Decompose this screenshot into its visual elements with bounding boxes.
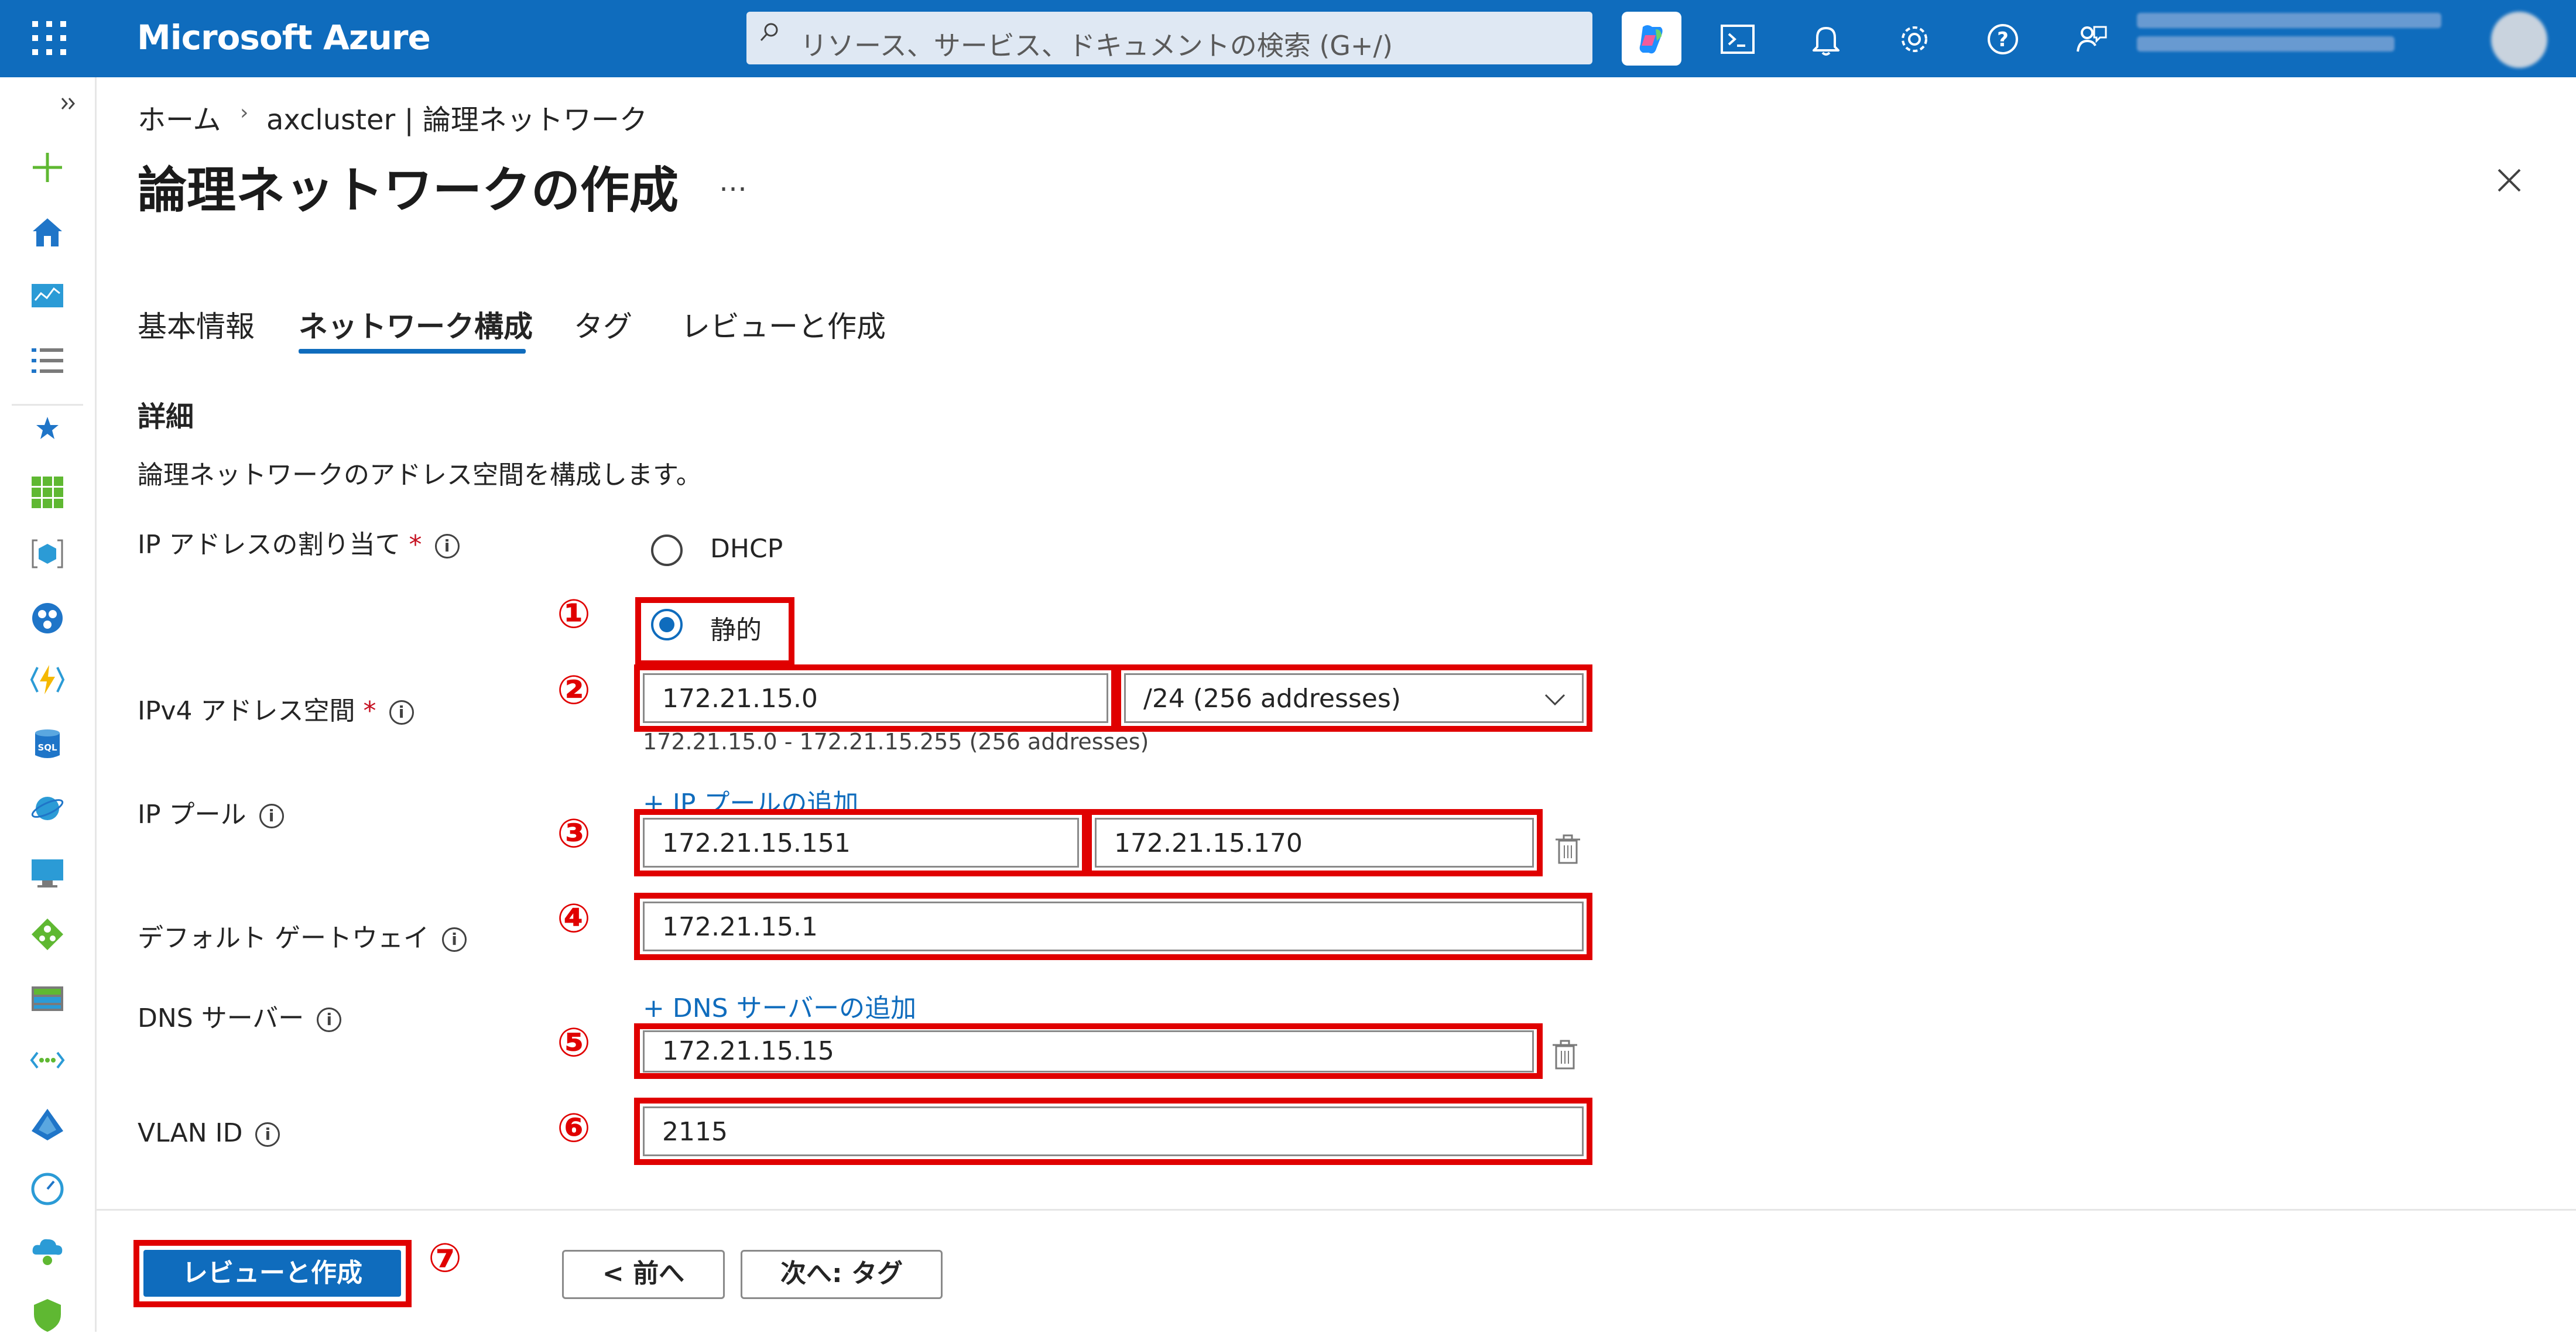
global-search-input[interactable]: リソース、サービス、ドキュメントの検索 (G+/) — [746, 12, 1592, 64]
page-title: 論理ネットワークの作成 — [138, 162, 679, 219]
add-dns-server-link[interactable]: + DNS サーバーの追加 — [643, 987, 916, 1024]
resource-groups-icon[interactable] — [29, 536, 66, 572]
all-services-icon[interactable] — [29, 342, 66, 379]
required-marker: * — [363, 696, 376, 726]
ip-pool-start-input[interactable]: 172.21.15.151 — [643, 818, 1079, 868]
review-create-button[interactable]: レビューと作成 — [143, 1250, 401, 1297]
next-tags-button[interactable]: 次へ: タグ — [741, 1250, 943, 1299]
info-icon[interactable]: i — [317, 1008, 342, 1032]
home-icon[interactable] — [29, 214, 66, 250]
delete-ip-pool-icon[interactable] — [1554, 834, 1581, 865]
gateway-label: デフォルト ゲートウェイ i — [138, 917, 467, 954]
svg-text:?: ? — [1997, 28, 2009, 52]
tab-network-config[interactable]: ネットワーク構成 — [299, 303, 533, 345]
help-icon[interactable]: ? — [1984, 20, 2022, 59]
info-icon[interactable]: i — [259, 804, 284, 828]
ip-pool-label: IP プール i — [138, 793, 284, 831]
svg-text:SQL: SQL — [37, 742, 57, 753]
ipv4-space-label: IPv4 アドレス空間 * i — [138, 690, 414, 727]
tab-basics[interactable]: 基本情報 — [138, 303, 255, 345]
cloud-shell-icon[interactable] — [1718, 20, 1757, 59]
create-resource-icon[interactable] — [29, 149, 66, 186]
chevron-down-icon — [1544, 694, 1566, 706]
radio-static-label[interactable]: 静的 — [710, 609, 762, 646]
cosmos-db-icon[interactable] — [29, 790, 66, 827]
annotation-3: ③ — [557, 811, 591, 857]
left-nav-rail — [0, 77, 97, 1332]
section-title: 詳細 — [138, 400, 194, 433]
breadcrumb-home[interactable]: ホーム — [138, 97, 221, 138]
tab-review-create[interactable]: レビューと作成 — [681, 303, 886, 345]
active-tab-indicator — [299, 349, 526, 354]
settings-gear-icon[interactable] — [1895, 20, 1934, 59]
more-options-button[interactable]: … — [719, 165, 749, 198]
rail-divider — [12, 404, 83, 406]
breadcrumb-separator: › — [240, 101, 249, 125]
radio-dhcp[interactable] — [651, 534, 683, 566]
info-icon[interactable]: i — [255, 1122, 280, 1147]
annotation-7: ⑦ — [428, 1235, 462, 1281]
vlan-id-label: VLAN ID i — [138, 1118, 280, 1148]
advisor-icon[interactable] — [29, 1232, 66, 1269]
vlan-id-input[interactable]: 2115 — [643, 1106, 1584, 1156]
storage-accounts-icon[interactable] — [29, 981, 66, 1017]
ipv4-address-input[interactable]: 172.21.15.0 — [643, 673, 1108, 723]
radio-dhcp-label[interactable]: DHCP — [710, 534, 783, 564]
avatar[interactable] — [2491, 12, 2547, 68]
security-center-icon[interactable] — [29, 1297, 66, 1333]
feedback-icon[interactable] — [2072, 20, 2111, 59]
radio-static[interactable] — [651, 609, 683, 640]
brand-title[interactable]: Microsoft Azure — [137, 18, 431, 57]
virtual-networks-icon[interactable] — [29, 1042, 66, 1078]
previous-button[interactable]: < 前へ — [562, 1250, 725, 1299]
annotation-6: ⑥ — [557, 1105, 591, 1152]
tab-tags[interactable]: タグ — [574, 303, 632, 345]
ipv4-prefix-select[interactable]: /24 (256 addresses) — [1124, 673, 1584, 723]
footer-divider — [95, 1209, 2576, 1211]
annotation-2: ② — [557, 667, 591, 714]
dns-server-input[interactable]: 172.21.15.15 — [643, 1030, 1534, 1072]
info-icon[interactable]: i — [389, 700, 414, 725]
breadcrumb-current[interactable]: axcluster | 論理ネットワーク — [266, 97, 648, 138]
waffle-menu-icon[interactable] — [32, 21, 68, 57]
sql-database-icon[interactable]: SQL — [29, 726, 66, 762]
app-services-icon[interactable] — [29, 600, 66, 636]
favorites-star-icon[interactable] — [29, 410, 66, 446]
dashboard-icon[interactable] — [29, 278, 66, 314]
virtual-machines-icon[interactable] — [29, 855, 66, 891]
copilot-button[interactable] — [1622, 12, 1681, 66]
ip-pool-end-input[interactable]: 172.21.15.170 — [1095, 818, 1534, 868]
dns-server-label: DNS サーバー i — [138, 997, 342, 1034]
account-info[interactable] — [2137, 13, 2471, 67]
entra-id-icon[interactable] — [29, 1106, 66, 1143]
section-description: 論理ネットワークのアドレス空間を構成します。 — [138, 460, 702, 490]
info-icon[interactable]: i — [442, 927, 467, 952]
search-icon — [760, 23, 778, 42]
all-resources-icon[interactable] — [29, 474, 66, 510]
expand-chevron-icon[interactable] — [59, 94, 78, 114]
ipv4-range-hint: 172.21.15.0 - 172.21.15.255 (256 address… — [643, 729, 1149, 755]
load-balancer-icon[interactable] — [29, 916, 66, 952]
default-gateway-input[interactable]: 172.21.15.1 — [643, 902, 1584, 951]
monitor-icon[interactable] — [29, 1171, 66, 1207]
annotation-4: ④ — [557, 896, 591, 942]
ip-assignment-label: IP アドレスの割り当て * i — [138, 523, 460, 561]
function-app-icon[interactable] — [29, 662, 66, 698]
search-placeholder: リソース、サービス、ドキュメントの検索 (G+/) — [800, 30, 1393, 61]
copilot-icon — [1639, 25, 1663, 54]
required-marker: * — [409, 530, 422, 560]
delete-dns-server-icon[interactable] — [1551, 1039, 1578, 1071]
notifications-bell-icon[interactable] — [1807, 20, 1845, 59]
info-icon[interactable]: i — [434, 534, 460, 558]
annotation-1: ① — [557, 591, 591, 638]
annotation-5: ⑤ — [557, 1020, 591, 1066]
close-icon[interactable] — [2495, 166, 2523, 194]
